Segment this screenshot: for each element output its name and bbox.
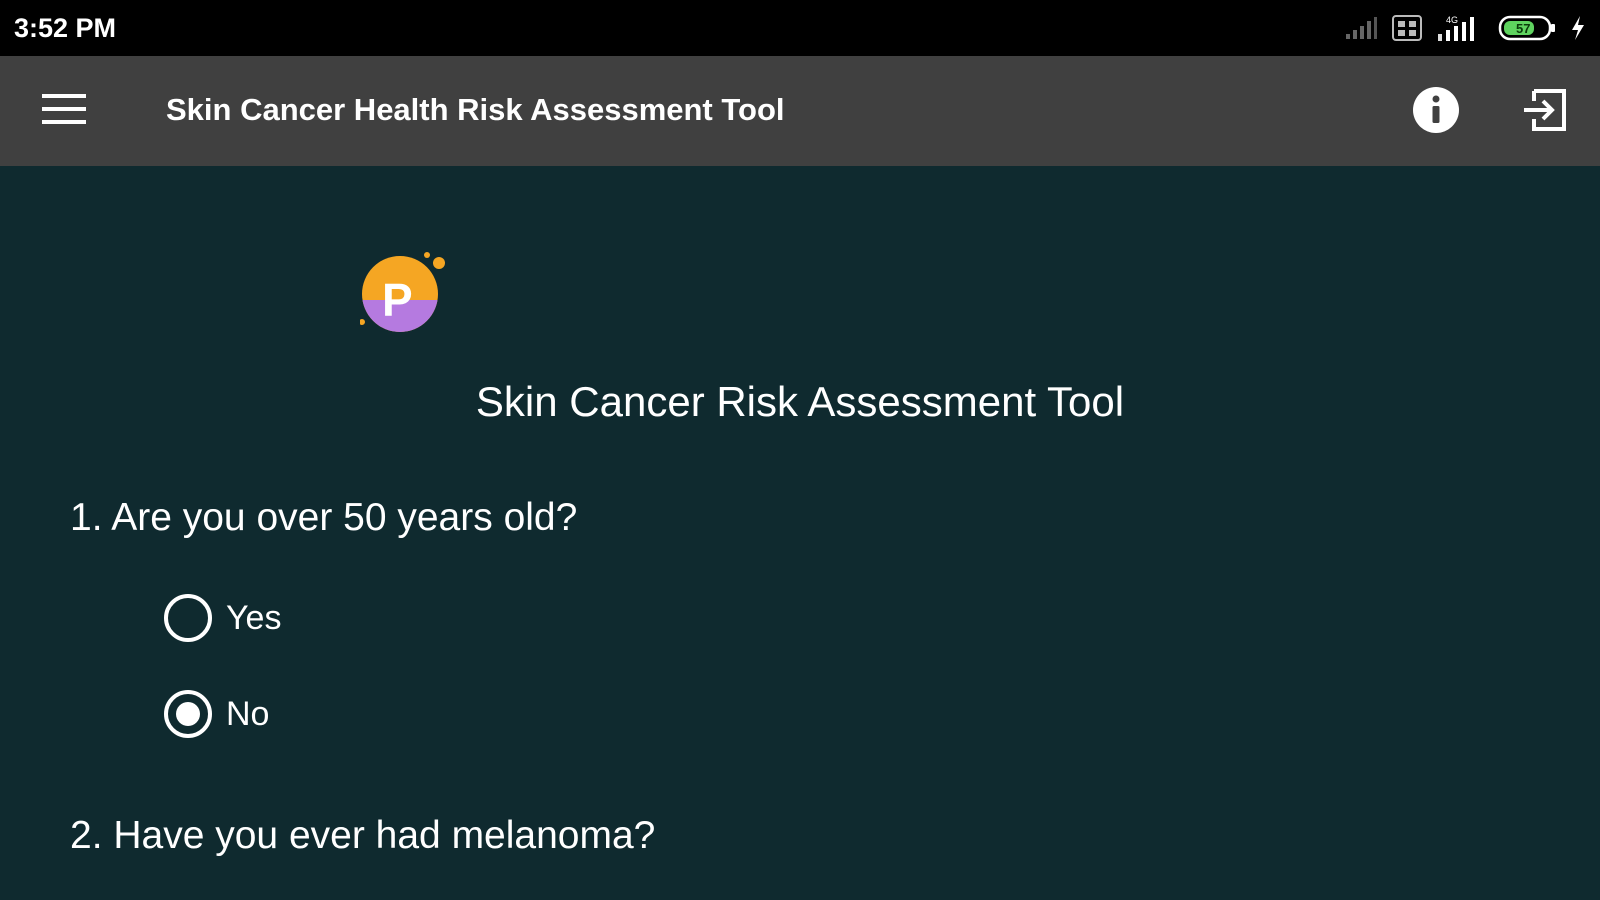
exit-icon — [1522, 87, 1570, 138]
form-title: Skin Cancer Risk Assessment Tool — [475, 378, 1125, 425]
battery-icon: 57 — [1498, 14, 1556, 42]
question-2: 2. Have you ever had melanoma? — [70, 814, 656, 857]
app-logo: P — [359, 252, 460, 342]
svg-text:57: 57 — [1516, 21, 1530, 36]
svg-text:4G: 4G — [1446, 15, 1458, 25]
info-button[interactable] — [1408, 84, 1464, 140]
svg-text:P: P — [382, 274, 413, 326]
radio-option-no[interactable]: No — [164, 690, 269, 738]
radio-button-yes[interactable] — [164, 594, 212, 642]
app-bar: Skin Cancer Health Risk Assessment Tool — [0, 56, 1600, 166]
radio-label-no: No — [226, 694, 270, 733]
info-icon — [1412, 86, 1460, 139]
radio-label-yes: Yes — [226, 598, 282, 637]
radio-button-no[interactable] — [164, 690, 212, 738]
charging-icon — [1570, 15, 1586, 41]
exit-button[interactable] — [1518, 84, 1574, 140]
app-title: Skin Cancer Health Risk Assessment Tool — [166, 92, 785, 127]
radio-option-yes[interactable]: Yes — [164, 594, 281, 642]
hd-icon — [1392, 15, 1422, 41]
menu-icon — [40, 91, 88, 132]
status-time: 3:52 PM — [14, 12, 117, 43]
status-bar: 3:52 PM 4G 57 — [0, 0, 1600, 56]
signal-strong-icon: 4G — [1436, 14, 1484, 42]
menu-button[interactable] — [36, 88, 92, 134]
status-icons: 4G 57 — [1344, 14, 1586, 42]
signal-weak-icon — [1344, 16, 1378, 40]
question-1: 1. Are you over 50 years old? — [70, 496, 578, 539]
